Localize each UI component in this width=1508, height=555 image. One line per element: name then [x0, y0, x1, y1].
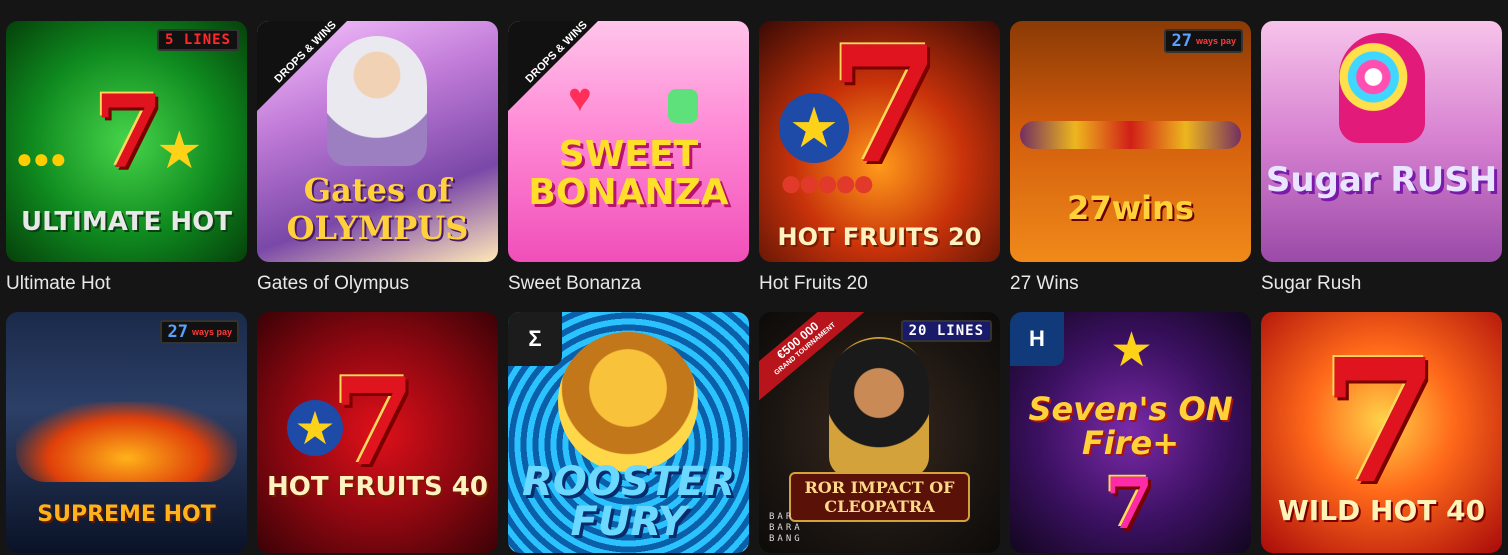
game-logo: SWEET BONANZA	[528, 134, 729, 213]
game-title[interactable]: Sweet Bonanza	[508, 273, 641, 295]
game-title[interactable]: 27 Wins	[1010, 273, 1079, 295]
provider-logo-icon: H	[1010, 312, 1064, 366]
game-logo: Gates of OLYMPUS	[286, 171, 469, 247]
game-logo: HOT FRUITS 40	[267, 472, 488, 502]
game-thumbnail[interactable]: H ★ Seven's ON Fire+ 7	[1010, 312, 1251, 553]
star-icon: ★	[779, 93, 849, 163]
game-card-27-wins[interactable]: 27 ways pay 27wins 27 Wins	[1010, 21, 1251, 294]
game-logo: WILD HOT 40	[1277, 494, 1486, 527]
game-thumbnail[interactable]: 7 ★ ●●●●● HOT FRUITS 20	[759, 21, 1000, 262]
star-icon: ★	[156, 122, 203, 180]
ways-pay-badge: 27 ways pay	[1164, 29, 1243, 53]
game-title[interactable]: Sugar Rush	[1261, 273, 1361, 295]
cleopatra-figure	[829, 337, 929, 477]
game-card-wild-hot-40[interactable]: 7 WILD HOT 40	[1261, 312, 1502, 553]
game-thumbnail[interactable]: 27 ways pay SUPREME HOT	[6, 312, 247, 553]
lines-badge: 20 LINES	[900, 320, 992, 342]
game-title[interactable]: Hot Fruits 20	[759, 273, 868, 295]
game-card-ultimate-hot[interactable]: 5 LINES 7 ★ ●●● ULTIMATE HOT Ultimate Ho…	[6, 21, 247, 294]
game-thumbnail[interactable]: 7 ★ HOT FRUITS 40	[257, 312, 498, 553]
game-thumbnail[interactable]: 5 LINES 7 ★ ●●● ULTIMATE HOT	[6, 21, 247, 262]
game-card-sweet-bonanza[interactable]: ♥ SWEET BONANZA DROPS & WINS Sweet Bonan…	[508, 21, 749, 294]
fruits-icon: ●●●	[16, 143, 67, 174]
game-logo: 27wins	[1067, 189, 1194, 227]
provider-label: BAR BARA BANG	[769, 512, 803, 544]
game-card-impact-of-cleopatra[interactable]: €500 000 GRAND TOURNAMENT 20 LINES ROR I…	[759, 312, 1000, 553]
game-card-sevens-on-fire[interactable]: H ★ Seven's ON Fire+ 7	[1010, 312, 1251, 553]
ways-pay-badge: 27 ways pay	[160, 320, 239, 344]
game-logo: SUPREME HOT	[37, 502, 216, 527]
game-thumbnail[interactable]: Sugar RUSH	[1261, 21, 1502, 262]
star-icon: ★	[287, 400, 343, 456]
candy-icon	[668, 89, 698, 123]
game-logo: Sugar RUSH	[1265, 160, 1498, 200]
lines-badge: 5 LINES	[156, 29, 239, 51]
drops-wins-badge	[257, 21, 347, 111]
game-card-gates-of-olympus[interactable]: DROPS & WINS Gates of OLYMPUS Gates of O…	[257, 21, 498, 294]
gumball-machine-icon	[1339, 33, 1425, 143]
game-title[interactable]: Ultimate Hot	[6, 273, 111, 295]
fruits-icon: ●●●●●	[779, 161, 876, 205]
game-thumbnail[interactable]: 27 ways pay 27wins	[1010, 21, 1251, 262]
game-card-rooster-fury[interactable]: Σ ROOSTER FURY	[508, 312, 749, 553]
game-thumbnail[interactable]: ♥ SWEET BONANZA DROPS & WINS	[508, 21, 749, 262]
game-logo: HOT FRUITS 20	[777, 223, 982, 251]
star-icon: ★	[1110, 324, 1154, 377]
game-card-supreme-hot[interactable]: 27 ways pay SUPREME HOT	[6, 312, 247, 553]
game-thumbnail[interactable]: €500 000 GRAND TOURNAMENT 20 LINES ROR I…	[759, 312, 1000, 553]
game-thumbnail[interactable]: DROPS & WINS Gates of OLYMPUS	[257, 21, 498, 262]
game-thumbnail[interactable]: 7 WILD HOT 40	[1261, 312, 1502, 553]
game-thumbnail[interactable]: Σ ROOSTER FURY	[508, 312, 749, 553]
game-logo: Seven's ON Fire+	[1028, 390, 1233, 462]
seven-icon: 7	[1321, 322, 1440, 522]
rooster-figure	[558, 332, 698, 472]
game-card-sugar-rush[interactable]: Sugar RUSH Sugar Rush	[1261, 21, 1502, 294]
game-card-hot-fruits-20[interactable]: 7 ★ ●●●●● HOT FRUITS 20 Hot Fruits 20	[759, 21, 1000, 294]
drops-wins-badge	[508, 21, 598, 111]
provider-logo-icon: Σ	[508, 312, 562, 366]
game-logo: ULTIMATE HOT	[21, 207, 232, 237]
seven-icon: 7	[94, 73, 164, 191]
game-logo: ROR IMPACT OF CLEOPATRA	[789, 472, 970, 522]
game-card-hot-fruits-40[interactable]: 7 ★ HOT FRUITS 40	[257, 312, 498, 553]
game-title[interactable]: Gates of Olympus	[257, 273, 409, 295]
seven-icon: 7	[1105, 462, 1154, 545]
fruits-icon	[1020, 121, 1241, 149]
game-logo: ROOSTER FURY	[521, 459, 736, 545]
fruits-fire-icon	[16, 402, 237, 482]
